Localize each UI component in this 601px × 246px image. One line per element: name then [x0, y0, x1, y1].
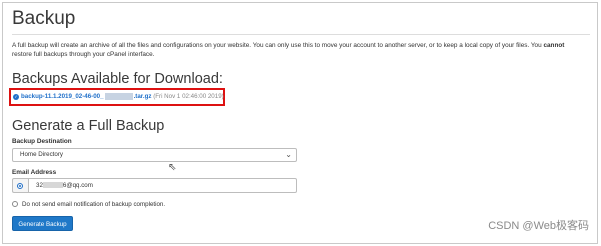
radio-selected-icon: [17, 183, 23, 189]
mouse-cursor-icon: ⇖: [168, 162, 177, 173]
cannot-emphasis: cannot: [543, 42, 565, 49]
watermark: CSDN @Web极客码: [488, 220, 589, 232]
no-email-label: Do not send email notification of backup…: [22, 201, 166, 208]
radio-unselected-icon[interactable]: [12, 201, 18, 208]
redacted-block: [104, 93, 133, 100]
page-description: A full backup will create an archive of …: [12, 42, 565, 58]
email-field[interactable]: 32 6@qq.com: [28, 178, 297, 193]
redacted-block: [42, 182, 63, 189]
destination-label: Backup Destination: [12, 138, 72, 145]
generate-backup-button[interactable]: Generate Backup: [12, 216, 73, 231]
available-backups-heading: Backups Available for Download:: [12, 71, 223, 87]
backup-file-date: (Fri Nov 1 02:46:00 2019): [153, 93, 224, 101]
check-circle-icon: ✓: [13, 93, 19, 100]
title-divider: [12, 34, 590, 35]
email-label: Email Address: [12, 169, 57, 176]
backup-file-item[interactable]: ✓ backup-11.1.2019_02-46-00_ .tar.gz (Fri …: [13, 93, 224, 100]
email-row: 32 6@qq.com: [12, 178, 297, 193]
no-email-option[interactable]: Do not send email notification of backup…: [12, 201, 165, 208]
generate-backup-heading: Generate a Full Backup: [12, 118, 165, 134]
destination-selected-value: Home Directory: [20, 151, 63, 158]
destination-select[interactable]: Home Directory ⌄: [12, 148, 297, 162]
email-radio[interactable]: [12, 178, 28, 193]
backup-file-link[interactable]: backup-11.1.2019_02-46-00_ .tar.gz: [21, 93, 151, 100]
page-title: Backup: [12, 8, 76, 29]
chevron-down-icon: ⌄: [285, 150, 292, 159]
